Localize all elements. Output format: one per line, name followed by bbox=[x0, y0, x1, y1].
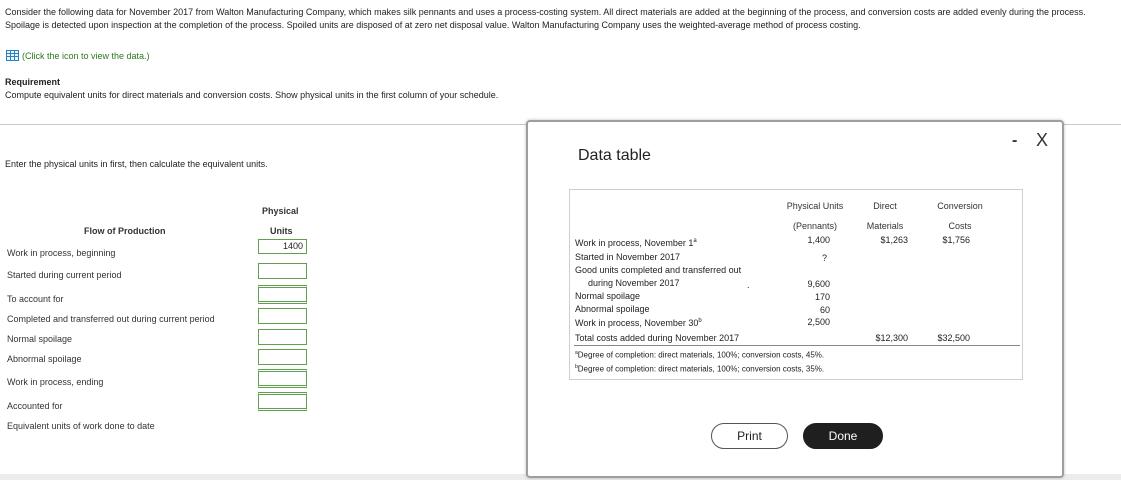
close-icon[interactable]: X bbox=[1036, 130, 1048, 151]
row-label: Work in process, November 1a bbox=[575, 238, 697, 248]
row-label: Total costs added during November 2017 bbox=[575, 333, 740, 343]
row-label: Normal spoilage bbox=[575, 291, 641, 301]
input-accounted-for[interactable] bbox=[258, 392, 307, 411]
problem-intro: Consider the following data for November… bbox=[5, 7, 1086, 30]
row-label-normal-spoilage: Normal spoilage bbox=[7, 334, 73, 344]
view-data-text[interactable]: (Click the icon to view the data.) bbox=[22, 51, 150, 61]
row-label: Started in November 2017 bbox=[575, 252, 681, 262]
row-value-units: 60 bbox=[819, 305, 830, 315]
column-header-physical: Physical bbox=[262, 206, 299, 216]
requirement-text: Compute equivalent units for direct mate… bbox=[5, 90, 499, 100]
header-materials: Materials bbox=[866, 221, 904, 231]
requirement-title: Requirement bbox=[5, 77, 61, 87]
column-header-units: Units bbox=[270, 226, 293, 236]
row-label: Work in process, November 30b bbox=[575, 318, 702, 328]
data-table-modal: Data table - X Physical Units (Pennants)… bbox=[526, 120, 1064, 478]
row-label-equivalent-units: Equivalent units of work done to date bbox=[7, 421, 155, 431]
row-label: during November 2017 bbox=[588, 278, 680, 288]
header-costs: Costs bbox=[948, 221, 972, 231]
row-label: Abnormal spoilage bbox=[575, 304, 650, 314]
minimize-icon[interactable]: - bbox=[1012, 132, 1017, 150]
footnote-b: bDegree of completion: direct materials,… bbox=[575, 364, 825, 374]
row-label-wip-ending: Work in process, ending bbox=[7, 377, 104, 387]
print-button[interactable]: Print bbox=[711, 423, 788, 449]
input-wip-beginning[interactable]: 1400 bbox=[258, 239, 307, 254]
row-value-units: ? bbox=[821, 253, 827, 263]
row-value-conversion: $32,500 bbox=[937, 333, 970, 343]
stray-dot: . bbox=[747, 280, 750, 290]
header-physical-units: Physical Units bbox=[786, 201, 844, 211]
row-value-materials: $12,300 bbox=[875, 333, 908, 343]
input-completed[interactable] bbox=[258, 308, 307, 324]
done-button[interactable]: Done bbox=[803, 423, 883, 449]
input-wip-ending[interactable] bbox=[258, 369, 307, 388]
row-label: Good units completed and transferred out bbox=[575, 265, 742, 275]
data-table: Physical Units (Pennants) Direct Materia… bbox=[569, 189, 1023, 380]
row-label-abnormal-spoilage: Abnormal spoilage bbox=[7, 354, 82, 364]
input-started[interactable] bbox=[258, 263, 307, 279]
header-pennants: (Pennants) bbox=[792, 221, 838, 231]
instruction-text: Enter the physical units in first, then … bbox=[5, 159, 268, 169]
row-value-units: 1,400 bbox=[807, 235, 830, 245]
header-direct: Direct bbox=[873, 201, 897, 211]
view-data-link[interactable]: (Click the icon to view the data.) bbox=[6, 50, 150, 61]
input-abnormal-spoilage[interactable] bbox=[258, 349, 307, 365]
row-label-accounted-for: Accounted for bbox=[7, 401, 63, 411]
row-value-units: 170 bbox=[814, 292, 830, 302]
row-value-materials: $1,263 bbox=[880, 235, 908, 245]
header-conversion: Conversion bbox=[937, 201, 983, 211]
modal-title: Data table bbox=[578, 147, 651, 164]
row-label-wip-beginning: Work in process, beginning bbox=[7, 248, 116, 258]
column-header-flow: Flow of Production bbox=[84, 226, 166, 236]
row-label-to-account-for: To account for bbox=[7, 294, 64, 304]
table-icon[interactable] bbox=[6, 50, 19, 61]
input-normal-spoilage[interactable] bbox=[258, 329, 307, 345]
input-to-account-for[interactable] bbox=[258, 285, 307, 304]
row-value-units: 2,500 bbox=[807, 317, 830, 327]
row-label-started: Started during current period bbox=[7, 270, 122, 280]
table-rule bbox=[574, 345, 1020, 346]
footnote-a: aDegree of completion: direct materials,… bbox=[575, 350, 825, 360]
row-value-units: 9,600 bbox=[807, 279, 830, 289]
row-value-conversion: $1,756 bbox=[942, 235, 970, 245]
row-label-completed: Completed and transferred out during cur… bbox=[7, 314, 215, 324]
